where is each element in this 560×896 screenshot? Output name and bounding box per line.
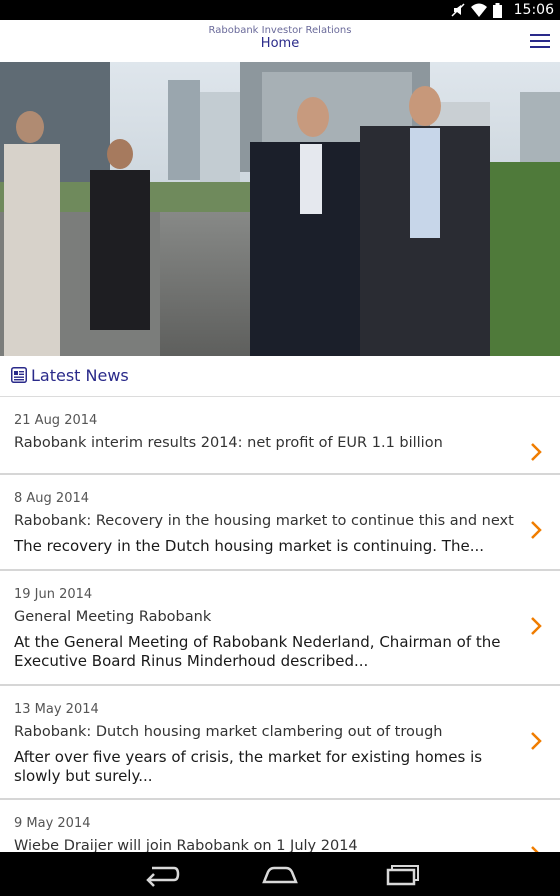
- mute-icon: [451, 3, 465, 17]
- app-bar: Rabobank Investor Relations Home: [0, 20, 560, 63]
- news-item[interactable]: 8 Aug 2014 Rabobank: Recovery in the hou…: [0, 475, 560, 571]
- newspaper-icon: [11, 367, 27, 383]
- news-item[interactable]: 13 May 2014 Rabobank: Dutch housing mark…: [0, 686, 560, 800]
- wifi-icon: [471, 3, 487, 17]
- section-title: Latest News: [31, 366, 129, 385]
- news-headline: Rabobank: Dutch housing market clamberin…: [14, 724, 443, 740]
- chevron-right-icon: [531, 521, 542, 539]
- chevron-right-icon: [531, 443, 542, 461]
- news-date: 13 May 2014: [14, 702, 99, 717]
- menu-icon[interactable]: [530, 32, 550, 50]
- chevron-right-icon: [531, 732, 542, 750]
- news-summary: At the General Meeting of Rabobank Neder…: [14, 633, 501, 670]
- news-summary: After over five years of crisis, the mar…: [14, 748, 483, 785]
- system-nav-bar: [0, 852, 560, 896]
- news-item[interactable]: 21 Aug 2014 Rabobank interim results 201…: [0, 397, 560, 475]
- hero-image: [0, 62, 560, 356]
- news-item[interactable]: 9 May 2014 Wiebe Draijer will join Rabob…: [0, 800, 560, 852]
- news-date: 9 May 2014: [14, 816, 91, 831]
- recent-apps-icon[interactable]: [380, 860, 420, 888]
- news-headline: General Meeting Rabobank: [14, 609, 212, 625]
- news-item[interactable]: 19 Jun 2014 General Meeting Rabobank At …: [0, 571, 560, 686]
- status-icons: [451, 2, 502, 18]
- news-headline: Rabobank: Recovery in the housing market…: [14, 513, 516, 529]
- chevron-right-icon: [531, 846, 539, 852]
- battery-icon: [493, 2, 502, 18]
- news-headline: Wiebe Draijer will join Rabobank on 1 Ju…: [14, 838, 358, 852]
- back-icon[interactable]: [140, 860, 180, 888]
- status-time: 15:06: [513, 2, 554, 18]
- news-headline: Rabobank interim results 2014: net profi…: [14, 435, 443, 451]
- latest-news-header: Latest News: [0, 356, 560, 397]
- home-icon[interactable]: [260, 860, 300, 888]
- news-date: 19 Jun 2014: [14, 587, 93, 602]
- news-list: 21 Aug 2014 Rabobank interim results 201…: [0, 397, 560, 852]
- news-date: 8 Aug 2014: [14, 491, 90, 506]
- news-date: 21 Aug 2014: [14, 413, 98, 428]
- chevron-right-icon: [531, 617, 542, 635]
- status-bar: 15:06: [0, 0, 560, 20]
- news-summary: The recovery in the Dutch housing market…: [14, 537, 485, 555]
- page-title: Home: [260, 36, 300, 51]
